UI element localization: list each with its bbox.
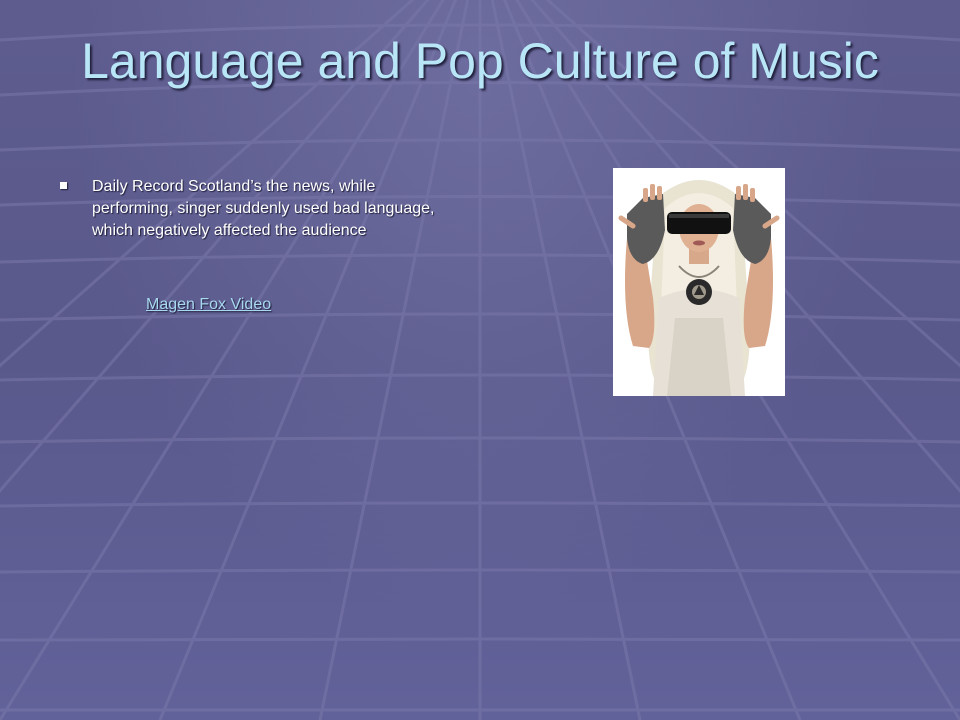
singer-photo-illustration (613, 168, 785, 396)
bullet-text: Daily Record Scotland’s the news, while … (92, 178, 435, 239)
square-bullet-icon (60, 182, 67, 189)
video-link[interactable]: Magen Fox Video (146, 296, 271, 314)
bullet-list: Daily Record Scotland’s the news, while … (58, 176, 438, 242)
perspective-grid-background (0, 0, 960, 720)
slide: Language and Pop Culture of Music Daily … (0, 0, 960, 720)
bullet-item: Daily Record Scotland’s the news, while … (58, 176, 438, 242)
singer-photo (613, 168, 785, 396)
slide-title: Language and Pop Culture of Music (81, 33, 879, 89)
